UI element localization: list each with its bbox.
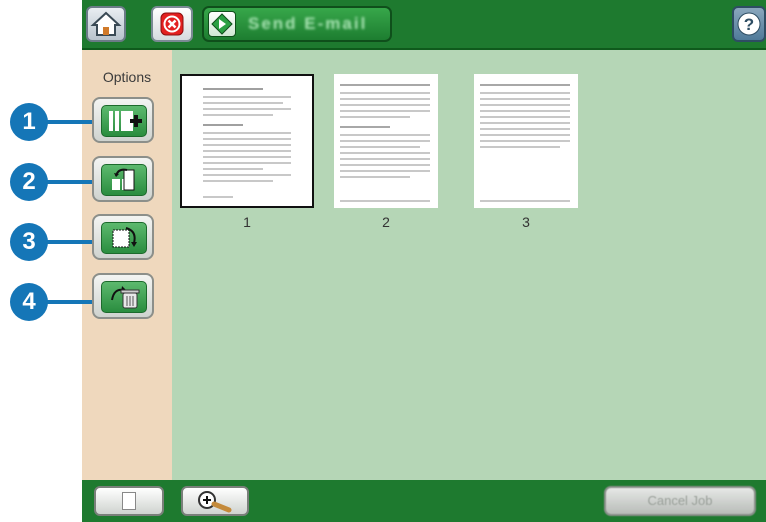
delete-page-icon bbox=[101, 281, 147, 313]
home-button[interactable] bbox=[86, 6, 126, 42]
add-page-button[interactable] bbox=[92, 97, 154, 143]
delete-page-button[interactable] bbox=[92, 273, 154, 319]
page-number-2: 2 bbox=[382, 214, 390, 230]
move-page-icon bbox=[101, 164, 147, 196]
callout-3: 3 bbox=[10, 223, 48, 261]
move-page-button[interactable] bbox=[92, 156, 154, 202]
callout-connector bbox=[46, 120, 94, 124]
callout-4: 4 bbox=[10, 283, 48, 321]
page-number-1: 1 bbox=[243, 214, 251, 230]
page-view-button[interactable] bbox=[94, 486, 164, 516]
zoom-in-magnifier-icon bbox=[198, 491, 232, 513]
options-title: Options bbox=[102, 69, 152, 85]
red-x-icon bbox=[160, 12, 184, 36]
callout-1: 1 bbox=[10, 103, 48, 141]
green-diamond-start-icon bbox=[208, 11, 236, 37]
svg-text:?: ? bbox=[744, 15, 754, 34]
callout-2: 2 bbox=[10, 163, 48, 201]
page-thumbnail-2[interactable] bbox=[334, 74, 438, 208]
send-email-label: Send E-mail bbox=[248, 14, 368, 33]
single-page-icon bbox=[122, 492, 136, 510]
rotate-page-button[interactable] bbox=[92, 214, 154, 260]
question-mark-icon: ? bbox=[737, 12, 761, 36]
cancel-job-button[interactable]: Cancel Job bbox=[604, 486, 756, 516]
page-thumbnail-3[interactable] bbox=[474, 74, 578, 208]
help-button[interactable]: ? bbox=[732, 6, 766, 42]
home-icon bbox=[90, 11, 122, 36]
rotate-page-icon bbox=[101, 222, 147, 254]
cancel-button[interactable] bbox=[151, 6, 193, 42]
add-page-icon bbox=[101, 105, 147, 137]
send-email-button[interactable]: Send E-mail bbox=[202, 6, 392, 42]
callout-connector bbox=[46, 180, 94, 184]
callout-connector bbox=[46, 240, 94, 244]
page-number-3: 3 bbox=[522, 214, 530, 230]
page-thumbnail-1[interactable] bbox=[180, 74, 314, 208]
zoom-button[interactable] bbox=[181, 486, 249, 516]
callout-connector bbox=[46, 300, 94, 304]
